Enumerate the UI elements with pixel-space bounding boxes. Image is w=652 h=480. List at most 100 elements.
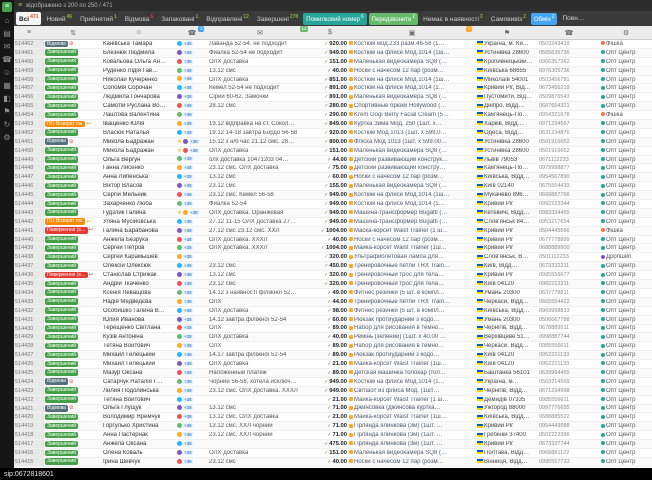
table-row[interactable]: 514461ЗавершенийБлезнюк Людмила+38Фиалка… (14, 49, 652, 58)
messenger-icon[interactable] (177, 432, 182, 437)
tab-3[interactable]: Відмова6 (122, 12, 156, 25)
comment-col-icon[interactable]: ✉12 (208, 29, 312, 37)
table-row[interactable]: 514416ЗавершенийОлена Коваль+38ОЛХ доста… (14, 449, 652, 458)
table-row[interactable]: 514425ЗавершенийМазур Оксана+38Наложенны… (14, 369, 652, 378)
messenger-icon[interactable] (177, 121, 182, 126)
stats-icon[interactable]: ◧ (3, 95, 11, 103)
table-row[interactable]: 514460ЗавершенийКовальова Ольга Ан…+38ОЛ… (14, 58, 652, 67)
orders-icon[interactable]: ▤ (3, 30, 11, 38)
status-chip-7[interactable]: Помилковий номер6 (303, 13, 366, 25)
messenger-icon[interactable] (177, 414, 182, 419)
messenger-icon[interactable] (183, 148, 188, 153)
messenger-icon[interactable] (177, 343, 182, 348)
settings-col-icon[interactable]: ⚙ (600, 29, 652, 37)
messenger-icon[interactable] (177, 290, 182, 295)
messenger-icon[interactable] (177, 201, 182, 206)
messenger-icon[interactable] (177, 156, 182, 161)
table-row[interactable]: 514435ЗавершенийАндрій Ткаченко+3823.12 … (14, 280, 652, 289)
refresh-icon[interactable]: ↻ (4, 121, 11, 129)
messenger-icon[interactable] (177, 379, 182, 384)
status-chip-8[interactable]: Передзвонити2 (369, 13, 418, 25)
messenger-icon[interactable] (177, 317, 182, 322)
mail-icon[interactable]: ✉ (4, 43, 11, 51)
messenger-icon[interactable] (177, 245, 182, 250)
messenger-icon[interactable] (177, 254, 182, 259)
messenger-icon[interactable] (177, 272, 182, 277)
tab-0[interactable]: Всі471 (16, 12, 41, 25)
favorite-star-icon[interactable]: ★ (177, 148, 182, 154)
messenger-icon[interactable] (177, 441, 182, 446)
messenger-icon[interactable] (177, 219, 182, 224)
table-row[interactable]: 514420ЗавершенийВолодимир Яремчук+3813.1… (14, 413, 652, 422)
tab-2[interactable]: Прийнятий1 (77, 12, 120, 25)
messenger-icon[interactable] (177, 174, 182, 179)
messenger-icon[interactable] (177, 192, 182, 197)
table-row[interactable]: 514439ЗавершенийСергей Петров+38ОЛХ дост… (14, 244, 652, 253)
table-row[interactable]: 514455ЗавершенийСамотій Руслана Во…+3828… (14, 102, 652, 111)
table-row[interactable]: 514447ЗавершенийАнна Липенська+3813.12 с… (14, 173, 652, 182)
dashboard-icon[interactable]: ⌂ (5, 17, 10, 25)
table-row[interactable]: 514434ЗавершенийКсенія Леващова+3814.12 … (14, 289, 652, 298)
table-row[interactable]: 514424Відмова⊘Сатарчук Наталія Г…+38Чорн… (14, 378, 652, 387)
location-col-icon[interactable]: ⚑ (476, 29, 538, 37)
table-row[interactable]: 514433ЗавершенийНадія Медведєва+38ОЛХ✓44… (14, 298, 652, 307)
table-row[interactable]: 514437ЗавершенийОлексій Олексюк+3823.12 … (14, 262, 652, 271)
messenger-icon[interactable] (177, 308, 182, 313)
table-row[interactable]: 514457ЗавершенийСоломія Сорочан+38Кемел … (14, 84, 652, 93)
table-row[interactable]: 514448ЗавершенийГанна Лисенко+3823.12 см… (14, 164, 652, 173)
table-row[interactable]: 514444ЗавершенийЗахарченко Люба+38Фиалка… (14, 200, 652, 209)
table-row[interactable]: 514451Відмова⊘Микола Бадражан★+3815.12 з… (14, 138, 652, 147)
messenger-icon[interactable] (177, 183, 182, 188)
table-row[interactable]: 514446ЗавершенийВіктор Власов+3823.12 см… (14, 182, 652, 191)
messenger-icon[interactable] (177, 76, 182, 81)
messenger-icon[interactable] (177, 299, 182, 304)
messenger-icon[interactable] (177, 68, 182, 73)
table-row[interactable]: 514449ЗавершенийОльга Вергун+38олх доста… (14, 156, 652, 165)
table-row[interactable]: 514454ЗавершенийЛаштова Валентина+38✓290… (14, 111, 652, 120)
table-row[interactable]: 514456ЗавершенийЛюдмила Гончарова+38Сіри… (14, 93, 652, 102)
messenger-icon[interactable] (177, 59, 182, 64)
favorite-star-icon[interactable]: ★ (177, 210, 182, 216)
messenger-icon[interactable] (177, 459, 182, 464)
tab-9[interactable]: Немає в наявності3 (420, 12, 486, 25)
table-row[interactable]: 514428ЗавершенийТетяна Войтович+38ОЛХ✓89… (14, 342, 652, 351)
tab-12[interactable]: Повн… (559, 13, 587, 24)
app-logo[interactable]: ≡ (2, 2, 12, 12)
messenger-icon[interactable] (177, 50, 182, 55)
messenger-icon[interactable] (177, 361, 182, 366)
messenger-icon[interactable] (177, 103, 182, 108)
table-row[interactable]: 514438ЗавершенийСергей Карамышев+38✓320.… (14, 253, 652, 262)
table-row[interactable]: 514417ЗавершенийАнжела Оксана+38✓475.00Г… (14, 440, 652, 449)
table-row[interactable]: 514421Відмова⊘Ольга Глущук+3813.12 смс✓7… (14, 405, 652, 414)
tab-10[interactable]: Самовивіз2 (488, 12, 529, 25)
table-row[interactable]: 514427ЗавершенийМихаил Гилецький+3814.17… (14, 351, 652, 360)
table-row[interactable]: 514419ЗавершенийГоргулько Христина+3813.… (14, 422, 652, 431)
status-chip-11[interactable]: Обмін2 (531, 13, 558, 25)
row-menu-icon[interactable]: ≡ (14, 29, 44, 36)
settings-icon[interactable]: ⚙ (3, 134, 10, 142)
messenger-icon[interactable] (177, 423, 182, 428)
table-row[interactable]: 514462Відмова⊘Канівська Тамара+38Лаванда… (14, 40, 652, 49)
messenger-icon[interactable] (177, 352, 182, 357)
table-row[interactable]: 514436Повернення (з…↩Станіслав Стрижак+3… (14, 271, 652, 280)
clients-icon[interactable]: ☺ (3, 69, 11, 77)
table-row[interactable]: 514440ЗавершенийАнжела Безрука+38ОЛХ дос… (14, 236, 652, 245)
status-sort-icon[interactable]: ⇅ (44, 29, 102, 37)
table-row[interactable]: 514423ЗавершенийЛилия Подолинська+3823.1… (14, 387, 652, 396)
messenger-icon[interactable] (177, 130, 182, 135)
table-row[interactable]: 514443ЗавершенийГудзлик Галина★+38ОЛХ до… (14, 209, 652, 218)
table-row[interactable]: 514459ЗавершенийРуденко Лідія Гав…+3813.… (14, 67, 652, 76)
table-row[interactable]: 514429ЗавершенийКузів Антоніна+38ОЛХ дос… (14, 333, 652, 342)
messenger-icon[interactable] (177, 325, 182, 330)
contact-col-icon[interactable]: ☎3 (176, 29, 208, 37)
table-row[interactable]: 514450ЗавершенийМикола Бадражан★+38ОЛХ д… (14, 147, 652, 156)
table-row[interactable]: 514445ЗавершенийСергій Мельник+3823.12 с… (14, 191, 652, 200)
product-col-icon[interactable]: ▣7 (348, 29, 476, 37)
table-row[interactable]: 514431ЗавершенийЮлия Иванова+3814.12 зав… (14, 316, 652, 325)
messenger-icon[interactable] (177, 94, 182, 99)
messenger-icon[interactable] (177, 334, 182, 339)
table-row[interactable]: 514415ЗавершенийІрина Шевчук+3823.12 смс… (14, 458, 652, 467)
messenger-icon[interactable] (183, 139, 188, 144)
table-row[interactable]: 514422ЗавершенийТетяна Войтович+38✓21.00… (14, 396, 652, 405)
products-icon[interactable]: ▦ (3, 82, 11, 90)
